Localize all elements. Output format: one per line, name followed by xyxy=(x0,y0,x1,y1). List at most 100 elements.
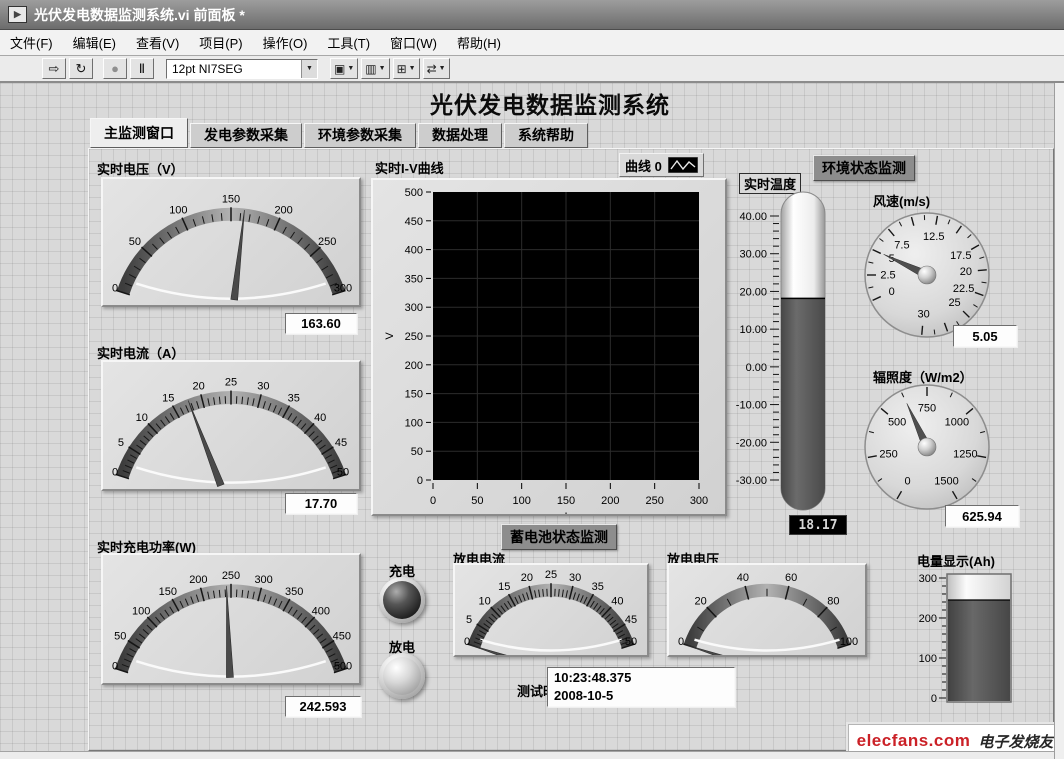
svg-text:250: 250 xyxy=(405,331,423,343)
discharge-voltage-meter: 020406080100 xyxy=(667,563,867,657)
charge-led-ball xyxy=(383,581,421,619)
svg-text:400: 400 xyxy=(405,245,423,257)
abort-button[interactable]: ● xyxy=(103,58,127,79)
run-continuous-button[interactable]: ↻ xyxy=(69,58,93,79)
charge-led xyxy=(379,577,425,623)
tab-strip: 主监测窗口 发电参数采集 环境参数采集 数据处理 系统帮助 xyxy=(90,120,588,148)
svg-text:30: 30 xyxy=(569,572,581,584)
tab-main-monitor[interactable]: 主监测窗口 xyxy=(90,118,188,148)
svg-text:500: 500 xyxy=(405,187,423,199)
pause-button[interactable]: Ⅱ xyxy=(130,58,154,79)
svg-text:300: 300 xyxy=(690,495,708,507)
menu-project[interactable]: 项目(P) xyxy=(189,30,252,55)
svg-text:60: 60 xyxy=(785,572,797,584)
menu-edit[interactable]: 编辑(E) xyxy=(63,30,126,55)
svg-text:50: 50 xyxy=(114,631,126,643)
svg-text:500: 500 xyxy=(334,660,352,672)
power-meter: 050100150200250300350400450500 xyxy=(101,553,361,685)
svg-text:200: 200 xyxy=(601,495,619,507)
svg-text:20: 20 xyxy=(521,572,533,584)
svg-text:300: 300 xyxy=(254,574,272,586)
svg-text:200: 200 xyxy=(274,204,292,216)
svg-text:1500: 1500 xyxy=(934,475,958,487)
elecfans-brand-text: elecfans.com xyxy=(857,731,971,751)
svg-text:300: 300 xyxy=(334,283,352,295)
reorder-icon: ⇄ xyxy=(427,62,437,76)
svg-text:12.5: 12.5 xyxy=(923,231,944,243)
svg-text:450: 450 xyxy=(333,631,351,643)
voltage-meter: 050100150200250300 xyxy=(101,177,361,307)
svg-text:20.00: 20.00 xyxy=(739,286,767,298)
menu-help[interactable]: 帮助(H) xyxy=(447,30,511,55)
svg-text:200: 200 xyxy=(919,613,937,625)
svg-text:0: 0 xyxy=(430,495,436,507)
svg-text:80: 80 xyxy=(827,595,839,607)
svg-text:20: 20 xyxy=(192,381,204,393)
svg-text:-10.00: -10.00 xyxy=(736,400,767,412)
distribute-objects-button[interactable]: ▥ ▼ xyxy=(361,58,389,79)
svg-text:250: 250 xyxy=(222,570,240,582)
temperature-readout: 18.17 xyxy=(789,515,847,535)
svg-text:35: 35 xyxy=(288,393,300,405)
tab-environment-acq[interactable]: 环境参数采集 xyxy=(304,123,416,148)
page-title: 光伏发电数据监测系统 xyxy=(360,86,740,120)
font-selector-arrow-icon[interactable]: ▼ xyxy=(301,60,317,78)
horizontal-scrollbar[interactable] xyxy=(0,751,1054,759)
svg-text:1000: 1000 xyxy=(945,416,969,428)
legend-curve-icon xyxy=(668,157,698,173)
menu-tools[interactable]: 工具(T) xyxy=(317,30,380,55)
svg-text:300: 300 xyxy=(919,573,937,585)
tab-data-processing[interactable]: 数据处理 xyxy=(418,123,502,148)
svg-text:100: 100 xyxy=(919,653,937,665)
svg-text:40: 40 xyxy=(314,412,326,424)
svg-text:300: 300 xyxy=(405,302,423,314)
svg-text:25: 25 xyxy=(225,377,237,389)
font-selector[interactable]: 12pt NI7SEG ▼ xyxy=(166,59,318,79)
svg-text:10.00: 10.00 xyxy=(739,324,767,336)
current-meter: 05101520253035404550 xyxy=(101,360,361,491)
svg-text:40: 40 xyxy=(611,595,623,607)
front-panel-workspace: 光伏发电数据监测系统 主监测窗口 发电参数采集 环境参数采集 数据处理 系统帮助… xyxy=(0,83,1064,759)
power-readout: 242.593 xyxy=(285,696,361,717)
temperature-thermometer: 40.0030.0020.0010.000.00-10.00-20.00-30.… xyxy=(729,186,839,518)
current-readout: 17.70 xyxy=(285,493,357,514)
svg-text:0: 0 xyxy=(112,467,118,479)
svg-text:15: 15 xyxy=(498,581,510,593)
align-objects-icon: ▣ xyxy=(334,62,345,76)
svg-text:50: 50 xyxy=(129,236,141,248)
battery-capacity-tank: 3002001000 xyxy=(913,566,1023,708)
svg-text:40.00: 40.00 xyxy=(739,211,767,223)
svg-text:150: 150 xyxy=(557,495,575,507)
iv-curve-chart[interactable]: 0501001502002503000501001502002503003504… xyxy=(371,178,727,516)
toolbar: ⇨ ↻ ● Ⅱ 12pt NI7SEG ▼ ▣ ▼ ▥ ▼ ⊞ ▼ ⇄ ▼ xyxy=(0,56,1064,83)
resize-objects-button[interactable]: ⊞ ▼ xyxy=(393,58,420,79)
tab-generation-acq[interactable]: 发电参数采集 xyxy=(190,123,302,148)
discharge-led xyxy=(379,653,425,699)
svg-text:45: 45 xyxy=(335,437,347,449)
font-selector-value: 12pt NI7SEG xyxy=(167,62,301,76)
legend-plot-name: 曲线 0 xyxy=(625,156,662,175)
svg-text:0: 0 xyxy=(904,475,910,487)
irradiance-gauge: 0250500750100012501500 xyxy=(859,379,995,515)
svg-text:1250: 1250 xyxy=(953,448,977,460)
run-button[interactable]: ⇨ xyxy=(42,58,66,79)
svg-text:0: 0 xyxy=(112,283,118,295)
voltage-meter-label: 实时电压（V） xyxy=(97,159,184,178)
svg-text:350: 350 xyxy=(285,586,303,598)
reorder-button[interactable]: ⇄ ▼ xyxy=(423,58,450,79)
menu-window[interactable]: 窗口(W) xyxy=(380,30,447,55)
svg-text:100: 100 xyxy=(405,417,423,429)
svg-text:30.00: 30.00 xyxy=(739,249,767,261)
vertical-scrollbar[interactable] xyxy=(1054,83,1064,759)
svg-text:0: 0 xyxy=(417,475,423,487)
svg-text:50: 50 xyxy=(625,636,637,648)
svg-text:0.00: 0.00 xyxy=(746,362,767,374)
align-objects-button[interactable]: ▣ ▼ xyxy=(330,58,358,79)
menu-operate[interactable]: 操作(O) xyxy=(253,30,318,55)
menu-file[interactable]: 文件(F) xyxy=(0,30,63,55)
menu-view[interactable]: 查看(V) xyxy=(126,30,189,55)
tab-system-help[interactable]: 系统帮助 xyxy=(504,123,588,148)
chart-legend[interactable]: 曲线 0 xyxy=(619,153,704,177)
tab-page-main-monitor: 实时电压（V） 050100150200250300 163.60 实时电流（A… xyxy=(88,148,1054,751)
title-bar[interactable]: ▶ 光伏发电数据监测系统.vi 前面板 * xyxy=(0,0,1064,30)
